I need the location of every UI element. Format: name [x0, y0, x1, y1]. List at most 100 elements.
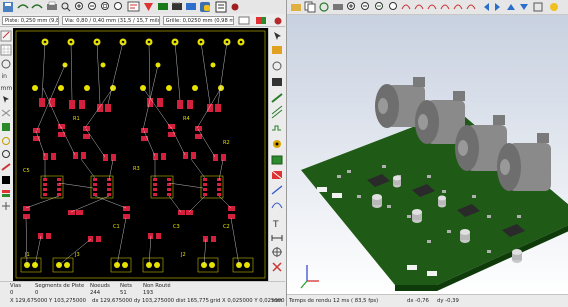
svg-text:in: in	[2, 73, 8, 80]
rotate-x-neg-icon[interactable]	[414, 4, 424, 10]
status-nets-value: 51	[120, 290, 127, 296]
print-icon[interactable]	[333, 4, 343, 10]
ref-label-c5: C5	[23, 168, 30, 174]
drc-off-icon[interactable]	[0, 30, 12, 42]
move-left-icon[interactable]	[484, 3, 489, 11]
track-sketch-icon[interactable]	[1, 163, 11, 171]
polar-coords-icon[interactable]	[1, 59, 11, 69]
status-segments-value: 0	[35, 290, 39, 296]
high-contrast-icon[interactable]	[2, 176, 10, 184]
layer-pair-icon[interactable]	[255, 15, 267, 26]
raytrace-icon[interactable]	[550, 3, 558, 11]
ref-label-r2: R2	[223, 140, 230, 146]
zone-fill-icon[interactable]	[2, 123, 10, 131]
redo-icon[interactable]	[31, 4, 43, 9]
rotate-y-icon[interactable]	[427, 4, 437, 10]
status-unrouted-value: 193	[143, 290, 154, 296]
layer-icon[interactable]	[158, 3, 168, 10]
add-text-icon[interactable]: T	[272, 220, 279, 230]
ref-label-c3: C3	[173, 224, 180, 230]
add-target-icon[interactable]	[272, 247, 282, 257]
via-size-select[interactable]: Via: 0,80 / 0,40 mm (31,5 / 15,7 mils) *	[61, 15, 160, 25]
zoom-in-icon[interactable]	[347, 2, 355, 10]
tune-length-icon[interactable]	[272, 125, 281, 131]
delete-icon[interactable]	[272, 262, 282, 272]
left-toolbar: in mm	[0, 28, 14, 281]
cursor-icon[interactable]	[3, 96, 9, 103]
open-icon[interactable]	[291, 4, 301, 11]
rotate-x-icon[interactable]	[401, 4, 411, 10]
zoom-fit-icon[interactable]	[101, 2, 109, 10]
add-zone-icon[interactable]	[271, 155, 283, 165]
3d-icon[interactable]	[186, 3, 196, 10]
mid-pads	[32, 62, 224, 91]
3d-viewport[interactable]	[287, 15, 568, 294]
zoom-in-icon[interactable]	[75, 2, 83, 10]
route-diff-pair-icon[interactable]	[271, 105, 283, 119]
route-track-icon[interactable]	[271, 93, 283, 103]
status-unrouted-header: Non Routé	[143, 283, 171, 289]
pcb-canvas[interactable]: C5 R1 R4 R3 R2 J3 J1 J2 C1 C3 C2	[13, 28, 268, 281]
zoom-out-icon[interactable]	[361, 2, 369, 10]
status-cursor-xy: X 129,675000 Y 103,275000	[10, 298, 86, 304]
add-via-icon[interactable]	[273, 140, 281, 148]
svg-text:T: T	[272, 220, 279, 230]
via-sketch-icon[interactable]	[2, 150, 10, 158]
axis-indicator	[300, 265, 319, 289]
add-footprint-icon[interactable]	[272, 78, 282, 86]
rotate-z-neg-icon[interactable]	[466, 4, 476, 10]
rotate-z-icon[interactable]	[453, 4, 463, 10]
print-icon[interactable]	[47, 1, 57, 10]
ref-label-j3: J3	[75, 252, 80, 258]
grid-icon[interactable]	[0, 44, 12, 56]
ratsnest-icon[interactable]	[1, 109, 11, 117]
main-toolbar	[0, 0, 285, 15]
copy-icon[interactable]	[304, 1, 316, 13]
svg-text:mm: mm	[1, 85, 13, 92]
bug-report-icon[interactable]	[272, 15, 284, 26]
pad-sketch-icon[interactable]	[2, 137, 10, 145]
microwave-icon[interactable]	[2, 202, 10, 210]
component-icon[interactable]	[172, 2, 182, 10]
zoom-select-icon[interactable]	[238, 15, 250, 26]
script-icon[interactable]	[215, 1, 227, 13]
ortho-icon[interactable]	[533, 2, 543, 12]
zoom-fit-icon[interactable]	[389, 2, 397, 10]
ratsnest	[25, 41, 240, 266]
refresh-icon[interactable]	[319, 2, 329, 12]
3d-render	[300, 77, 568, 291]
python-icon[interactable]	[200, 2, 210, 12]
ref-label-j1: J1	[25, 252, 30, 258]
local-ratsnest-icon[interactable]	[272, 61, 282, 71]
layers-manager-icon[interactable]	[2, 190, 10, 197]
add-arc-icon[interactable]	[271, 202, 283, 209]
move-right-icon[interactable]	[495, 3, 500, 11]
units-inch-icon[interactable]: in	[2, 73, 8, 80]
save-icon[interactable]	[3, 2, 13, 12]
ref-label-c1: C1	[113, 224, 120, 230]
search-icon[interactable]	[61, 2, 71, 12]
zoom-redraw-icon[interactable]	[375, 2, 383, 10]
add-dimension-icon[interactable]	[271, 235, 283, 241]
drc-icon[interactable]	[144, 3, 153, 11]
bug-icon[interactable]	[231, 3, 239, 11]
netlist-icon[interactable]	[127, 1, 140, 12]
zoom-out-icon[interactable]	[88, 2, 96, 10]
add-line-icon[interactable]	[271, 185, 283, 195]
units-mm-icon[interactable]: mm	[1, 85, 13, 92]
right-toolbar-icons: T	[271, 32, 283, 272]
add-keepout-icon[interactable]	[271, 170, 283, 180]
select-arrow-icon[interactable]	[274, 32, 281, 40]
status-nodes-value: 244	[90, 290, 101, 296]
undo-icon[interactable]	[17, 4, 29, 9]
move-up-icon[interactable]	[507, 4, 515, 10]
bottom-pads	[24, 262, 250, 268]
grid-select[interactable]: Grille: 0,0250 mm (0,98 mils)	[162, 15, 234, 25]
zoom-area-icon[interactable]	[114, 2, 122, 10]
track-width-select[interactable]: Piste: 0,250 mm (9,84 mils) *	[2, 15, 59, 25]
highlight-net-icon[interactable]	[272, 46, 282, 54]
left-toolbar-icons: in mm	[0, 30, 13, 210]
move-down-icon[interactable]	[520, 4, 528, 10]
status-cursor-dxdy: dx 129,675000 dy 103,275000 dist 165,775	[92, 298, 210, 304]
rotate-y-neg-icon[interactable]	[440, 4, 450, 10]
